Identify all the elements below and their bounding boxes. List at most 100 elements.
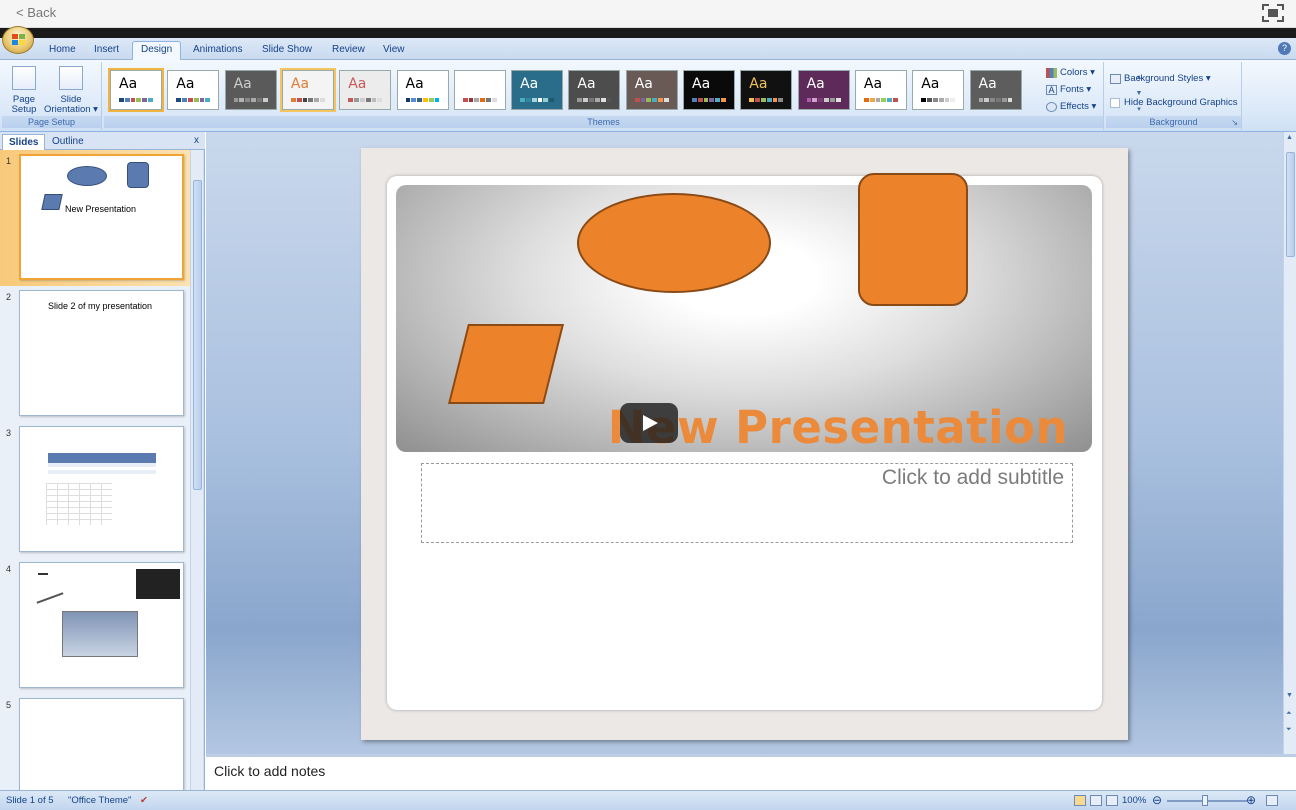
- page-setup-icon: [12, 66, 36, 90]
- color-swatch: [749, 98, 755, 102]
- canvas-scrollbar[interactable]: ▲ ▼ ⏶ ⏷: [1283, 132, 1296, 754]
- notes-pane[interactable]: Click to add notes: [206, 754, 1296, 790]
- theme-thumbnail[interactable]: Aa: [339, 70, 392, 110]
- slides-pane-scrollbar[interactable]: [190, 150, 203, 790]
- slide-thumbnail-1[interactable]: 1 New Presentation: [0, 150, 190, 286]
- table-header-graphic: [48, 453, 156, 463]
- page-setup-group: Page Setup Slide Orientation ▾ Page Setu…: [2, 62, 102, 130]
- slide-thumbnail-2[interactable]: 2 Slide 2 of my presentation: [0, 286, 190, 422]
- office-button[interactable]: [2, 26, 34, 54]
- color-swatch: [835, 98, 841, 102]
- slide-thumbnail-5[interactable]: 5: [0, 694, 190, 790]
- theme-color-swatches: [577, 98, 612, 102]
- color-swatch: [646, 98, 652, 102]
- color-swatch: [692, 98, 697, 102]
- color-swatch: [950, 98, 956, 102]
- background-styles-button[interactable]: Background Styles ▾: [1110, 72, 1211, 86]
- color-swatch: [778, 98, 784, 102]
- color-swatch: [1007, 98, 1013, 102]
- hide-background-graphics-box[interactable]: [1110, 98, 1120, 108]
- zoom-level[interactable]: 100%: [1122, 795, 1146, 806]
- slide-preview: [19, 562, 184, 688]
- theme-thumbnail[interactable]: Aa: [108, 68, 164, 112]
- zoom-in-icon[interactable]: ⊕: [1246, 793, 1256, 807]
- color-swatch: [658, 98, 663, 102]
- dialog-launcher-icon[interactable]: ↘: [1231, 118, 1238, 127]
- slide-orientation-icon: [59, 66, 83, 90]
- tab-review[interactable]: Review: [324, 42, 373, 60]
- fullscreen-icon[interactable]: [1262, 4, 1284, 22]
- fit-to-window-icon[interactable]: [1266, 795, 1278, 806]
- rounded-rectangle-shape[interactable]: [858, 173, 968, 306]
- slide-sorter-icon[interactable]: [1090, 795, 1102, 806]
- theme-thumbnail[interactable]: Aa: [797, 70, 850, 110]
- back-button[interactable]: < Back: [16, 5, 56, 20]
- scrollbar-thumb[interactable]: [1286, 152, 1295, 257]
- color-swatch: [354, 98, 359, 102]
- help-icon[interactable]: ?: [1278, 42, 1291, 55]
- tab-design[interactable]: Design: [132, 41, 182, 61]
- scroll-down-icon[interactable]: ▼: [1286, 692, 1293, 699]
- theme-thumbnail[interactable]: Aa: [740, 70, 793, 110]
- tab-view[interactable]: View: [375, 42, 413, 60]
- tab-animations[interactable]: Animations: [185, 42, 250, 60]
- video-play-button[interactable]: [620, 403, 678, 443]
- slide-orientation-button[interactable]: Slide Orientation ▾: [44, 66, 98, 115]
- color-swatch: [130, 98, 136, 102]
- theme-thumbnail[interactable]: Aa: [167, 70, 220, 110]
- slide-thumb-title: New Presentation: [65, 204, 137, 214]
- theme-thumbnail[interactable]: Aa: [279, 68, 336, 112]
- theme-thumbnail[interactable]: Aa: [453, 70, 506, 110]
- spell-check-icon[interactable]: ✔: [140, 795, 148, 806]
- theme-color-swatches: [520, 98, 555, 102]
- theme-thumbnail[interactable]: Aa: [683, 70, 735, 110]
- color-swatch: [296, 98, 302, 102]
- color-swatch: [290, 98, 296, 102]
- colors-button[interactable]: Colors ▾: [1046, 66, 1095, 80]
- fonts-button[interactable]: A Fonts ▾: [1046, 83, 1091, 97]
- hide-background-graphics-checkbox[interactable]: Hide Background Graphics: [1110, 96, 1238, 110]
- tab-insert[interactable]: Insert: [86, 42, 127, 60]
- color-swatch: [944, 98, 950, 102]
- tab-outline[interactable]: Outline: [46, 134, 90, 150]
- theme-thumbnail-label: Aa: [577, 76, 596, 92]
- scroll-up-icon[interactable]: ▲: [1286, 134, 1293, 141]
- next-slide-icon[interactable]: ⏷: [1286, 726, 1292, 734]
- rounded-rect-shape: [127, 162, 149, 188]
- effects-button[interactable]: Effects ▾: [1046, 100, 1096, 114]
- top-bar: < Back: [0, 0, 1296, 28]
- color-swatch: [887, 98, 893, 102]
- zoom-slider-knob[interactable]: [1202, 795, 1208, 806]
- color-swatch: [193, 98, 199, 102]
- slide-thumbnail-3[interactable]: 3: [0, 422, 190, 558]
- theme-thumbnail-label: Aa: [806, 76, 825, 92]
- theme-thumbnail[interactable]: Aa: [969, 70, 1022, 110]
- zoom-out-icon[interactable]: ⊖: [1152, 793, 1162, 807]
- subtitle-placeholder[interactable]: Click to add subtitle: [421, 463, 1073, 543]
- current-slide[interactable]: New Presentation Click to add subtitle: [387, 173, 1102, 710]
- page-setup-button[interactable]: Page Setup: [4, 66, 44, 115]
- color-swatch: [697, 98, 703, 102]
- scrollbar-thumb[interactable]: [193, 180, 202, 490]
- theme-thumbnail[interactable]: Aa: [625, 70, 678, 110]
- tab-slide-show[interactable]: Slide Show: [254, 42, 320, 60]
- normal-view-icon[interactable]: [1074, 795, 1086, 806]
- close-pane-icon[interactable]: x: [194, 135, 199, 146]
- previous-slide-icon[interactable]: ⏶: [1286, 710, 1292, 718]
- ellipse-shape[interactable]: [577, 193, 771, 293]
- tab-home[interactable]: Home: [41, 42, 84, 60]
- theme-thumbnail[interactable]: Aa: [396, 70, 449, 110]
- parallelogram-shape[interactable]: [448, 324, 564, 404]
- theme-thumbnail[interactable]: Aa: [511, 70, 564, 110]
- theme-thumbnail[interactable]: Aa: [568, 70, 621, 110]
- theme-thumbnail[interactable]: Aa: [854, 70, 907, 110]
- theme-thumbnail[interactable]: Aa: [912, 70, 965, 110]
- color-swatch: [302, 98, 308, 102]
- theme-thumbnail[interactable]: Aa: [224, 70, 277, 110]
- slide-preview: Slide 2 of my presentation: [19, 290, 184, 416]
- tab-slides[interactable]: Slides: [2, 134, 46, 150]
- color-swatch: [462, 98, 468, 102]
- slide-thumbnail-4[interactable]: 4: [0, 558, 190, 694]
- color-swatch: [663, 98, 669, 102]
- slide-show-icon[interactable]: [1106, 795, 1118, 806]
